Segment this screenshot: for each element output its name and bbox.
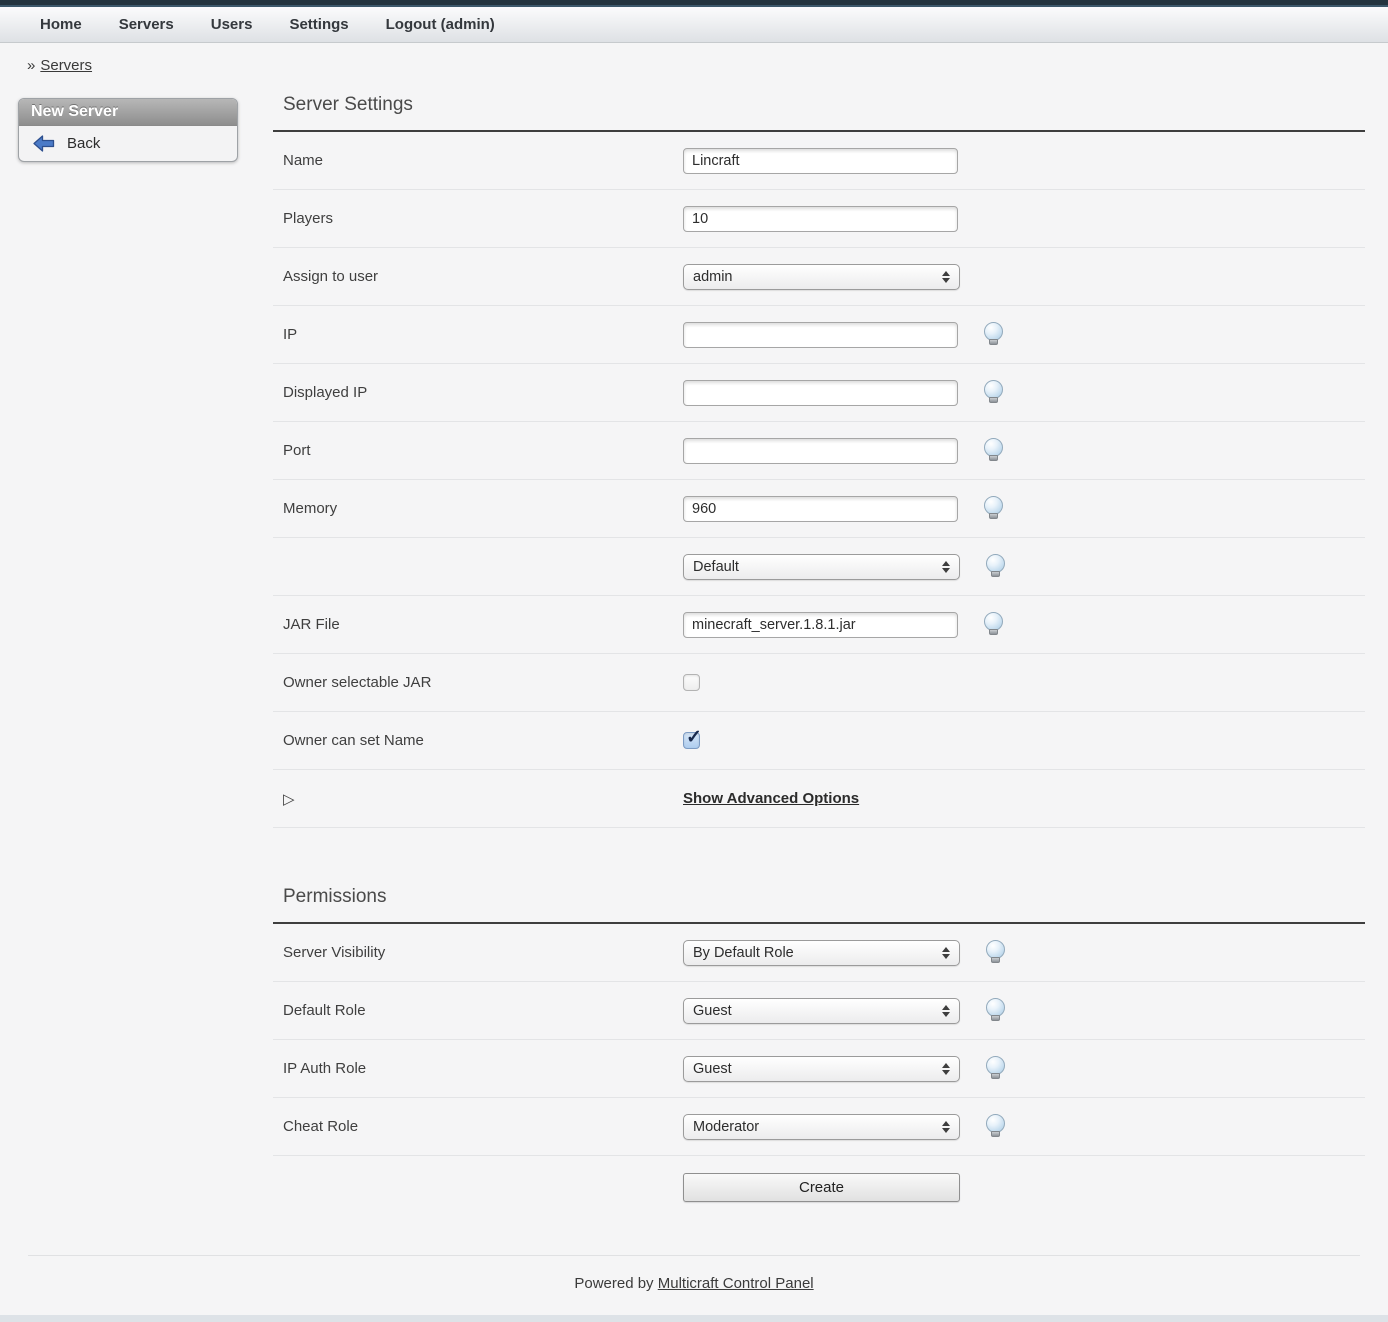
form-row-name: Name (273, 132, 1365, 190)
name-input[interactable] (683, 148, 958, 174)
lightbulb-icon[interactable] (984, 612, 1004, 638)
default-role-select[interactable]: Guest (683, 998, 960, 1024)
memory-input[interactable] (683, 496, 958, 522)
owner-can-set-name-checkbox[interactable] (683, 732, 700, 749)
form-row-memory: Memory (273, 480, 1365, 538)
breadcrumb-link-servers[interactable]: Servers (40, 57, 92, 74)
field-label-assign-to-user: Assign to user (273, 268, 683, 285)
form-row-server-visibility: Server Visibility By Default Role (273, 924, 1365, 982)
field-label-displayed-ip: Displayed IP (273, 384, 683, 401)
lightbulb-icon[interactable] (986, 940, 1006, 966)
up-down-arrows-icon (942, 947, 950, 959)
field-label-cheat-role: Cheat Role (273, 1118, 683, 1135)
create-button[interactable]: Create (683, 1173, 960, 1202)
assign-to-user-select[interactable]: admin (683, 264, 960, 290)
up-down-arrows-icon (942, 561, 950, 573)
breadcrumb-separator: » (27, 57, 35, 74)
form-row-displayed-ip: Displayed IP (273, 364, 1365, 422)
form-row-ip: IP (273, 306, 1365, 364)
assign-to-user-selected-value: admin (693, 269, 733, 285)
ip-auth-role-selected-value: Guest (693, 1061, 732, 1077)
lightbulb-icon[interactable] (984, 380, 1004, 406)
field-label-name: Name (273, 152, 683, 169)
cheat-role-selected-value: Moderator (693, 1119, 759, 1135)
section-title-server-settings: Server Settings (273, 86, 1365, 132)
form-row-owner-can-set-name: Owner can set Name (273, 712, 1365, 770)
nav-item-settings[interactable]: Settings (289, 16, 348, 33)
jar-file-input[interactable] (683, 612, 958, 638)
form-row-cheat-role: Cheat Role Moderator (273, 1098, 1365, 1156)
main-content: Server Settings Name Players Assign to u… (273, 86, 1365, 1214)
server-visibility-selected-value: By Default Role (693, 945, 794, 961)
sidebar-item-back[interactable]: Back (19, 126, 237, 161)
players-input[interactable] (683, 206, 958, 232)
field-label-owner-selectable-jar: Owner selectable JAR (273, 674, 683, 691)
lightbulb-icon[interactable] (986, 1114, 1006, 1140)
lightbulb-icon[interactable] (986, 554, 1006, 580)
form-row-default-role: Default Role Guest (273, 982, 1365, 1040)
page-footer: Powered by Multicraft Control Panel (28, 1255, 1360, 1292)
nav-item-home[interactable]: Home (40, 16, 82, 33)
footer-multicraft-link[interactable]: Multicraft Control Panel (658, 1275, 814, 1292)
show-advanced-options-link[interactable]: Show Advanced Options (683, 790, 859, 807)
field-label-default-role: Default Role (273, 1002, 683, 1019)
triangle-right-icon: ▷ (273, 790, 683, 808)
sidebar-menu: New Server Back (18, 98, 238, 162)
sidebar-title-text: New Server (31, 103, 118, 121)
field-label-ip-auth-role: IP Auth Role (273, 1060, 683, 1077)
field-label-owner-can-set-name: Owner can set Name (273, 732, 683, 749)
field-label-memory: Memory (273, 500, 683, 517)
field-label-jar-file: JAR File (273, 616, 683, 633)
bottom-accent-bar (0, 1315, 1388, 1322)
lightbulb-icon[interactable] (986, 998, 1006, 1024)
field-label-players: Players (273, 210, 683, 227)
memory-preset-select[interactable]: Default (683, 554, 960, 580)
lightbulb-icon[interactable] (984, 438, 1004, 464)
form-row-owner-selectable-jar: Owner selectable JAR (273, 654, 1365, 712)
server-visibility-select[interactable]: By Default Role (683, 940, 960, 966)
main-navbar: Home Servers Users Settings Logout (admi… (0, 7, 1388, 43)
form-row-ip-auth-role: IP Auth Role Guest (273, 1040, 1365, 1098)
field-label-ip: IP (273, 326, 683, 343)
up-down-arrows-icon (942, 1005, 950, 1017)
up-down-arrows-icon (942, 1121, 950, 1133)
displayed-ip-input[interactable] (683, 380, 958, 406)
permissions-section: Permissions Server Visibility By Default… (273, 878, 1365, 1214)
breadcrumb: » Servers (0, 43, 1388, 74)
form-row-create: Create (273, 1156, 1365, 1214)
ip-auth-role-select[interactable]: Guest (683, 1056, 960, 1082)
sidebar-menu-title: New Server (19, 99, 237, 126)
lightbulb-icon[interactable] (986, 1056, 1006, 1082)
form-row-players: Players (273, 190, 1365, 248)
footer-powered-by-text: Powered by (574, 1275, 653, 1292)
form-row-memory-preset: Default (273, 538, 1365, 596)
up-down-arrows-icon (942, 1063, 950, 1075)
lightbulb-icon[interactable] (984, 322, 1004, 348)
sidebar-back-label: Back (67, 135, 100, 152)
form-row-port: Port (273, 422, 1365, 480)
nav-item-servers[interactable]: Servers (119, 16, 174, 33)
owner-selectable-jar-checkbox[interactable] (683, 674, 700, 691)
top-accent-bar (0, 0, 1388, 7)
section-title-permissions: Permissions (273, 878, 1365, 924)
up-down-arrows-icon (942, 271, 950, 283)
port-input[interactable] (683, 438, 958, 464)
nav-item-users[interactable]: Users (211, 16, 253, 33)
cheat-role-select[interactable]: Moderator (683, 1114, 960, 1140)
field-label-port: Port (273, 442, 683, 459)
nav-item-logout[interactable]: Logout (admin) (386, 16, 495, 33)
form-row-assign-to-user: Assign to user admin (273, 248, 1365, 306)
arrow-left-icon (33, 135, 55, 152)
memory-preset-selected-value: Default (693, 559, 739, 575)
ip-input[interactable] (683, 322, 958, 348)
form-row-jar-file: JAR File (273, 596, 1365, 654)
lightbulb-icon[interactable] (984, 496, 1004, 522)
default-role-selected-value: Guest (693, 1003, 732, 1019)
field-label-server-visibility: Server Visibility (273, 944, 683, 961)
form-row-advanced-options: ▷ Show Advanced Options (273, 770, 1365, 828)
